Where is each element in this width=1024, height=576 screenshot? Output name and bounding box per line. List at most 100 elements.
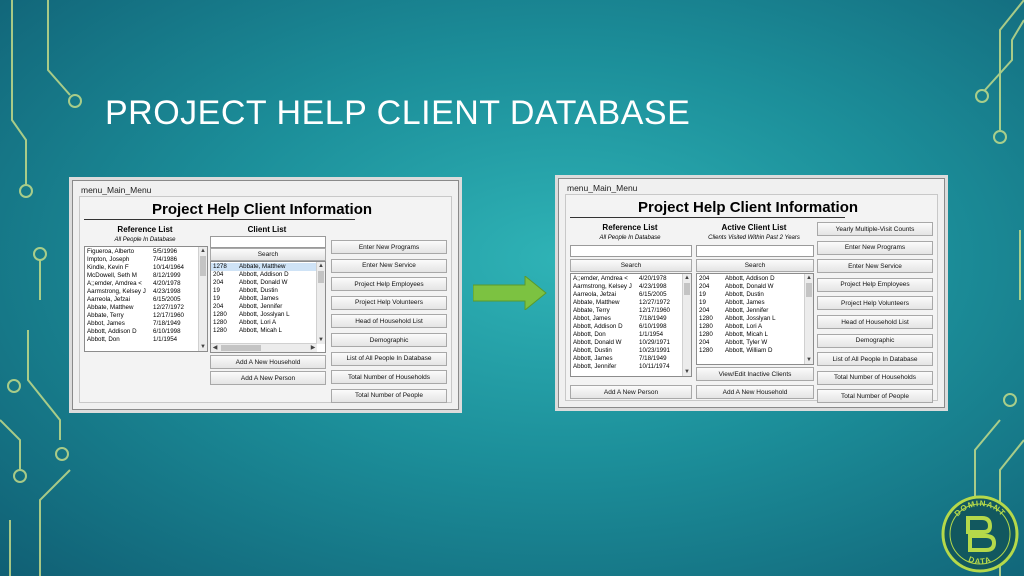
side-button-list-of-all-people-in-database[interactable]: List of All People In Database: [331, 351, 447, 366]
list-item[interactable]: McDowell, Seth M 8/12/1999: [85, 272, 198, 280]
list-item[interactable]: 204 Abbott, Addison D: [211, 271, 316, 279]
scroll-thumb[interactable]: [806, 283, 812, 297]
list-item[interactable]: 1280 Abbott, William D: [697, 347, 804, 355]
side-button-enter-new-service[interactable]: Enter New Service: [331, 258, 447, 273]
scroll-down-icon[interactable]: ▼: [805, 356, 813, 364]
list-item[interactable]: Kindle, Kevin F 10/14/1964: [85, 264, 198, 272]
list-item[interactable]: Abbot, James 7/18/1949: [85, 320, 198, 328]
list-item[interactable]: Aarmstrong, Kelsey J 4/23/1998: [85, 288, 198, 296]
list-item[interactable]: 1280 Abbott, Micah L: [697, 331, 804, 339]
reference-list-scrollbar[interactable]: ▲ ▼: [198, 247, 207, 351]
side-button-enter-new-service[interactable]: Enter New Service: [817, 259, 933, 274]
add-household-button[interactable]: Add A New Household: [696, 385, 814, 399]
reference-search-button[interactable]: Search: [570, 259, 692, 272]
list-item[interactable]: A;;emder, Amdrea < 4/20/1978: [85, 280, 198, 288]
list-item[interactable]: 204 Abbott, Tyler W: [697, 339, 804, 347]
list-item-col1: Aarmstrong, Kelsey J: [87, 288, 146, 295]
list-item[interactable]: Aarreola, Jefzai 6/15/2005: [571, 291, 682, 299]
active-client-list-scrollbar[interactable]: ▲ ▼: [804, 274, 813, 364]
list-item[interactable]: 204 Abbott, Donald W: [697, 283, 804, 291]
list-item[interactable]: Abbate, Matthew 12/27/1972: [571, 299, 682, 307]
list-item[interactable]: Abbate, Terry 12/17/1960: [571, 307, 682, 315]
side-button-list-of-all-people-in-database[interactable]: List of All People In Database: [817, 352, 933, 367]
list-item[interactable]: 204 Abbott, Jennifer: [697, 307, 804, 315]
list-item[interactable]: Abbott, Donald W 10/29/1971: [571, 339, 682, 347]
list-item[interactable]: 1280 Abbott, Josslyan L: [211, 311, 316, 319]
list-item[interactable]: 19 Abbott, Dustin: [211, 287, 316, 295]
side-button-total-number-of-people[interactable]: Total Number of People: [331, 388, 447, 403]
client-list-scrollbar[interactable]: ▲ ▼: [316, 262, 325, 344]
side-button-project-help-employees[interactable]: Project Help Employees: [817, 277, 933, 292]
scroll-thumb[interactable]: [221, 345, 261, 351]
scroll-up-icon[interactable]: ▲: [805, 274, 813, 282]
list-item[interactable]: 1280 Abbott, Lori A: [697, 323, 804, 331]
side-button-total-number-of-people[interactable]: Total Number of People: [817, 389, 933, 404]
add-person-button[interactable]: Add A New Person: [210, 371, 326, 385]
reference-listbox[interactable]: Figueroa, Alberto 5/5/1996 Impton, Joseph 7…: [84, 246, 208, 352]
list-item[interactable]: Impton, Joseph 7/4/1986: [85, 256, 198, 264]
side-button-total-number-of-households[interactable]: Total Number of Households: [331, 370, 447, 385]
view-inactive-clients-button[interactable]: View/Edit Inactive Clients: [696, 367, 814, 381]
list-item[interactable]: Abbott, Don 1/1/1954: [85, 336, 198, 344]
list-item[interactable]: Aarreola, Jefzai 6/15/2005: [85, 296, 198, 304]
scroll-down-icon[interactable]: ▼: [683, 368, 691, 376]
list-item[interactable]: Abbott, Don 1/1/1954: [571, 331, 682, 339]
list-item[interactable]: 204 Abbott, Addison D: [697, 275, 804, 283]
list-item[interactable]: Abbott, Addison D 6/10/1998: [571, 323, 682, 331]
list-item-col2: 4/23/1998: [639, 283, 667, 290]
add-person-button[interactable]: Add A New Person: [570, 385, 692, 399]
list-item[interactable]: 1280 Abbott, Lori A: [211, 319, 316, 327]
reference-search-input[interactable]: [570, 245, 692, 257]
scroll-thumb[interactable]: [200, 256, 206, 276]
list-item[interactable]: Aarmstrong, Kelsey J 4/23/1998: [571, 283, 682, 291]
side-button-enter-new-programs[interactable]: Enter New Programs: [817, 240, 933, 255]
active-client-search-input[interactable]: [696, 245, 814, 257]
side-button-project-help-volunteers[interactable]: Project Help Volunteers: [817, 296, 933, 311]
scroll-down-icon[interactable]: ▼: [317, 336, 325, 344]
client-search-button[interactable]: Search: [210, 248, 326, 261]
scroll-up-icon[interactable]: ▲: [199, 247, 207, 255]
list-item[interactable]: Abbott, Jennifer 10/11/1974: [571, 363, 682, 371]
list-item[interactable]: 1278 Abbate, Matthew: [211, 263, 316, 271]
list-item[interactable]: A;;emder, Amdrea < 4/20/1978: [571, 275, 682, 283]
list-item[interactable]: 19 Abbott, Dustin: [697, 291, 804, 299]
list-item[interactable]: 204 Abbott, Jennifer: [211, 303, 316, 311]
reference-listbox[interactable]: A;;emder, Amdrea <4/20/1978 Aarmstrong, K…: [570, 273, 692, 377]
scroll-left-icon[interactable]: ◀: [211, 344, 219, 352]
list-item[interactable]: 19 Abbott, James: [211, 295, 316, 303]
list-item[interactable]: 19 Abbott, James: [697, 299, 804, 307]
client-search-input[interactable]: [210, 236, 326, 248]
scroll-up-icon[interactable]: ▲: [317, 262, 325, 270]
list-item[interactable]: Abbott, Addison D 6/10/1998: [85, 328, 198, 336]
list-item[interactable]: Abbott, Dustin 10/23/1991: [571, 347, 682, 355]
side-button-demographic[interactable]: Demographic: [331, 333, 447, 347]
side-button-head-of-household-list[interactable]: Head of Household List: [331, 314, 447, 329]
scroll-up-icon[interactable]: ▲: [683, 274, 691, 282]
list-item[interactable]: Abbot, James 7/18/1949: [571, 315, 682, 323]
side-button-project-help-volunteers[interactable]: Project Help Volunteers: [331, 295, 447, 310]
client-listbox[interactable]: 1278 Abbate, Matthew 204 Abbott, Addison D2…: [210, 261, 326, 353]
list-item[interactable]: 1280 Abbott, Josslyan L: [697, 315, 804, 323]
side-button-demographic[interactable]: Demographic: [817, 333, 933, 348]
client-list-hscrollbar[interactable]: ◀ ▶: [211, 343, 317, 352]
scroll-thumb[interactable]: [318, 271, 324, 283]
active-client-listbox[interactable]: 204 Abbott, Addison D 204 Abbott, Donald W1…: [696, 273, 814, 365]
side-button-project-help-employees[interactable]: Project Help Employees: [331, 277, 447, 292]
scroll-right-icon[interactable]: ▶: [309, 344, 317, 352]
scroll-thumb[interactable]: [684, 283, 690, 295]
reference-list-scrollbar[interactable]: ▲ ▼: [682, 274, 691, 376]
list-item[interactable]: Abbott, James 7/18/1949: [571, 355, 682, 363]
scroll-down-icon[interactable]: ▼: [199, 343, 207, 351]
active-client-search-button[interactable]: Search: [696, 259, 814, 272]
add-household-button[interactable]: Add A New Household: [210, 355, 326, 369]
list-item[interactable]: 1280 Abbott, Micah L: [211, 327, 316, 335]
list-item[interactable]: Figueroa, Alberto 5/5/1996: [85, 248, 198, 256]
side-button-total-number-of-households[interactable]: Total Number of Households: [817, 370, 933, 385]
list-item[interactable]: Abbate, Matthew 12/27/1972: [85, 304, 198, 312]
list-item[interactable]: 204 Abbott, Donald W: [211, 279, 316, 287]
list-item[interactable]: Abbate, Terry 12/17/1960: [85, 312, 198, 320]
side-button-yearly-multiple-visit-counts[interactable]: Yearly Multiple-Visit Counts: [817, 222, 933, 236]
side-button-head-of-household-list[interactable]: Head of Household List: [817, 315, 933, 329]
list-item-col2: 6/15/2005: [639, 291, 667, 298]
side-button-enter-new-programs[interactable]: Enter New Programs: [331, 240, 447, 254]
